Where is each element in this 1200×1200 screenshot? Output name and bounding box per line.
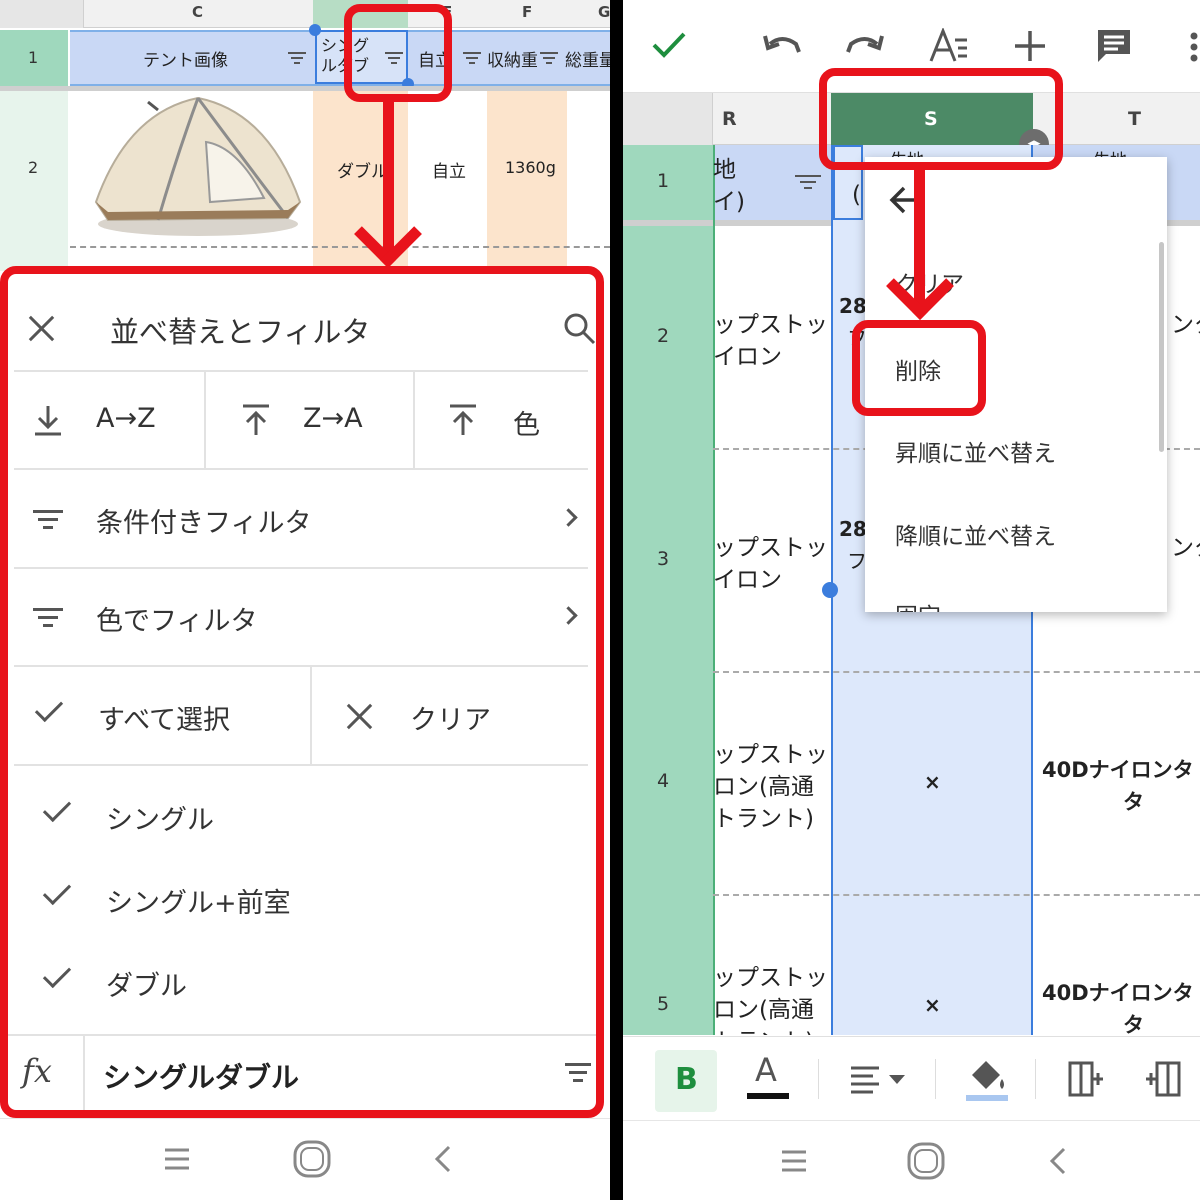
filter-icon[interactable] xyxy=(288,52,306,64)
cell-s4[interactable]: × xyxy=(924,770,941,794)
callout-box-delete xyxy=(852,320,986,416)
system-navbar xyxy=(0,1118,610,1200)
left-screenshot: C E F G 1 テント画像 シング ルダブ 自立 収納重量 総重量 2 ダブ… xyxy=(0,0,610,1200)
callout-box-sheet xyxy=(0,266,604,1118)
cell-t5[interactable]: 40Dナイロンタ xyxy=(1042,977,1194,1007)
cell-r5[interactable]: トラント) xyxy=(713,1022,814,1035)
header-cell-packed-weight[interactable]: 収納重量 xyxy=(487,46,537,71)
header-cell-total-weight[interactable]: 総重量 xyxy=(565,46,610,71)
callout-box-column-s xyxy=(819,68,1063,170)
cell-r4[interactable]: ップストッ xyxy=(713,735,828,769)
cell-r3[interactable]: イロン xyxy=(713,560,782,594)
system-navbar xyxy=(623,1120,1200,1200)
redo-icon[interactable] xyxy=(845,32,885,60)
cell-f2[interactable]: 1360g xyxy=(505,158,556,177)
home-icon[interactable] xyxy=(292,1139,332,1179)
column-label-t[interactable]: T xyxy=(1128,108,1141,130)
cell-s1[interactable]: ( xyxy=(852,182,861,208)
cell-s3[interactable]: 28 xyxy=(839,517,867,541)
column-label-r[interactable]: R xyxy=(722,108,737,130)
home-icon[interactable] xyxy=(906,1141,946,1181)
more-icon[interactable] xyxy=(1189,32,1199,62)
tent-image xyxy=(94,96,302,236)
filter-icon[interactable] xyxy=(463,52,481,64)
text-color-icon[interactable]: A xyxy=(747,1051,791,1103)
row-header-column xyxy=(623,145,713,1035)
row-number-5[interactable]: 5 xyxy=(657,993,669,1015)
cell-t5[interactable]: タ xyxy=(1123,1009,1144,1035)
row-number-2: 2 xyxy=(28,158,39,177)
bold-icon[interactable]: B xyxy=(655,1050,717,1112)
column-label-f[interactable]: F xyxy=(522,3,532,21)
filter-icon[interactable] xyxy=(795,175,821,193)
align-icon[interactable] xyxy=(849,1065,907,1095)
comment-icon[interactable] xyxy=(1096,28,1132,64)
cell-t4[interactable]: 40Dナイロンタ xyxy=(1042,754,1194,784)
row-header-2[interactable] xyxy=(0,91,68,271)
row-number-2[interactable]: 2 xyxy=(657,325,669,347)
undo-icon[interactable] xyxy=(762,32,802,60)
menu-icon[interactable] xyxy=(163,1146,191,1172)
cell-r3[interactable]: ップストッ xyxy=(713,528,828,562)
cell-r5[interactable]: ロン(高通 xyxy=(713,990,814,1024)
right-screenshot: R S T ◂▸ 1 2 3 4 5 地 イ) ( 生地 生地 ップストッ イロ… xyxy=(623,0,1200,1200)
column-label-c[interactable]: C xyxy=(192,3,203,21)
cell-s2[interactable]: 28 xyxy=(839,294,867,318)
selection-handle[interactable] xyxy=(309,24,321,36)
row-divider xyxy=(70,246,610,248)
callout-box-header-cell xyxy=(344,4,452,102)
cell-r1[interactable]: 地 xyxy=(713,150,736,184)
cell-r2[interactable]: イロン xyxy=(713,337,782,371)
cell-r4[interactable]: トラント) xyxy=(713,799,814,833)
toolbar-divider xyxy=(1035,1059,1036,1099)
cell-s3[interactable]: フ xyxy=(847,545,867,574)
cell-r5[interactable]: ップストッ xyxy=(713,958,828,992)
add-icon[interactable] xyxy=(1014,30,1046,62)
menu-item-sort-asc[interactable]: 昇順に並べ替え xyxy=(895,434,1056,468)
menu-item-freeze[interactable]: 固定 xyxy=(895,597,941,612)
cell-s5[interactable]: × xyxy=(924,993,941,1017)
filter-icon[interactable] xyxy=(540,52,558,64)
selection-handle[interactable] xyxy=(822,582,838,598)
fill-color-icon[interactable] xyxy=(966,1055,1010,1103)
row-number-4[interactable]: 4 xyxy=(657,770,669,792)
cell-t4[interactable]: タ xyxy=(1123,786,1144,816)
insert-column-left-icon[interactable] xyxy=(1068,1061,1104,1097)
cell-r4[interactable]: ロン(高通 xyxy=(713,767,814,801)
cell-t2[interactable]: ンタ xyxy=(1171,305,1200,339)
header-cell-tent-image[interactable]: テント画像 xyxy=(143,46,228,71)
back-icon[interactable] xyxy=(1048,1146,1068,1176)
menu-item-sort-desc[interactable]: 降順に並べ替え xyxy=(895,517,1056,551)
check-icon[interactable] xyxy=(651,30,687,60)
menu-icon[interactable] xyxy=(780,1148,808,1174)
toolbar-divider xyxy=(818,1059,819,1099)
toolbar-divider xyxy=(935,1059,936,1099)
cell-t3[interactable]: ンタ xyxy=(1171,528,1200,562)
insert-column-right-icon[interactable] xyxy=(1145,1061,1181,1097)
row-divider xyxy=(713,671,1200,673)
cell-r2[interactable]: ップストッ xyxy=(713,305,828,339)
row-number-3[interactable]: 3 xyxy=(657,548,669,570)
column-header-bar: C E F G xyxy=(0,0,610,28)
cell-r1[interactable]: イ) xyxy=(713,182,745,216)
row-number-1: 1 xyxy=(28,48,39,67)
cell-e2[interactable]: 自立 xyxy=(432,157,466,182)
format-toolbar: B A xyxy=(623,1036,1200,1120)
bold-label: B xyxy=(675,1062,698,1097)
text-format-icon[interactable] xyxy=(929,28,969,64)
menu-scrollbar[interactable] xyxy=(1159,242,1164,452)
row-divider xyxy=(713,894,1200,896)
peach-cell xyxy=(487,91,567,271)
text-color-label: A xyxy=(755,1051,777,1089)
row-number-1[interactable]: 1 xyxy=(657,170,669,192)
column-label-g[interactable]: G xyxy=(598,3,610,21)
back-icon[interactable] xyxy=(433,1144,453,1174)
